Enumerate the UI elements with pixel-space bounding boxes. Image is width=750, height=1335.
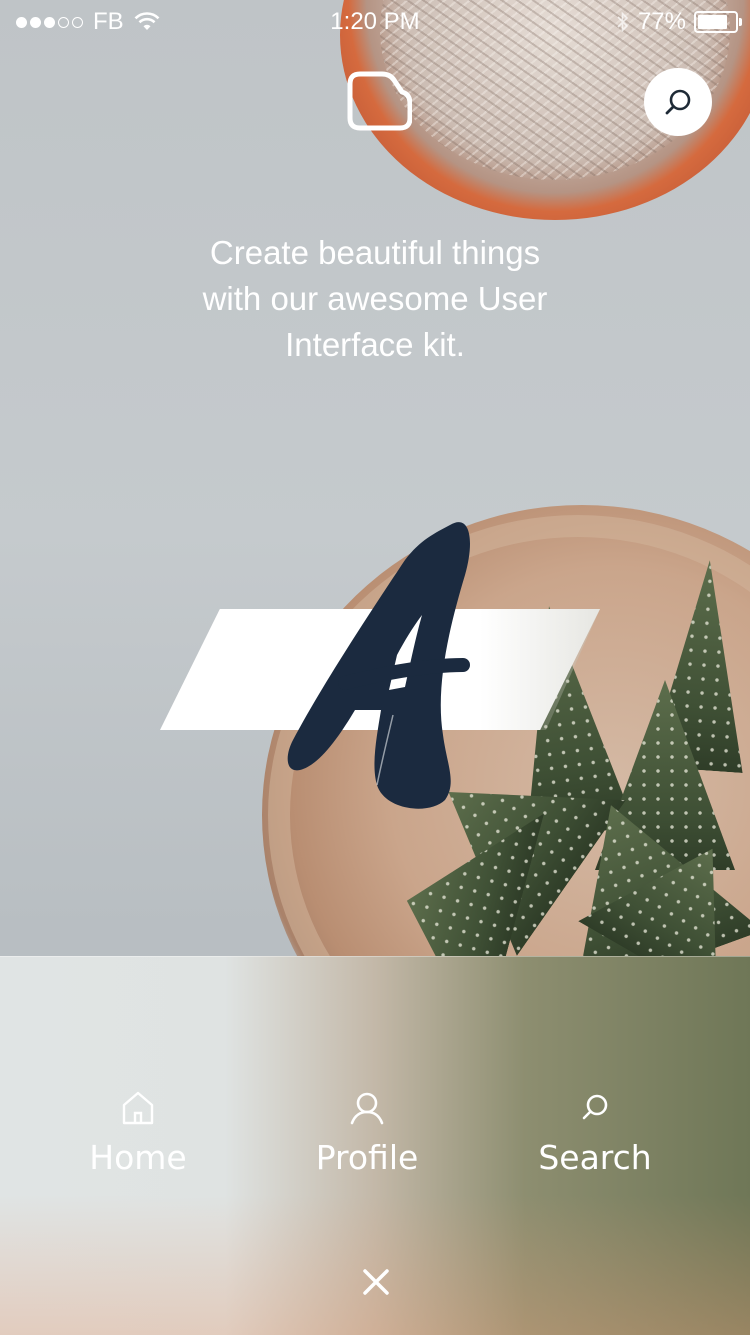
status-bar: FB 1:20 PM 77% [0,0,750,40]
search-icon [665,89,691,115]
tagline-line: with our awesome User [202,280,548,317]
sticky-note-icon [347,71,412,131]
nav-item-profile[interactable]: Profile [277,1080,457,1177]
search-button[interactable] [644,68,712,136]
battery-icon [694,11,742,33]
tagline-line: Interface kit. [285,326,465,363]
nav-item-home[interactable]: Home [48,1080,228,1177]
nav-label-home: Home [89,1138,187,1177]
search-icon [582,1094,608,1120]
tagline: Create beautiful things with our awesome… [175,230,575,368]
close-icon[interactable] [356,1262,396,1302]
status-right: 77% [616,8,742,36]
nav-label-profile: Profile [315,1138,419,1177]
brand-letter-mark [287,522,470,809]
nav-item-search[interactable]: Search [505,1080,685,1177]
bluetooth-icon [617,11,629,33]
battery-percent: 77% [637,8,686,35]
tagline-line: Create beautiful things [209,234,541,271]
nav-label-search: Search [538,1138,652,1177]
user-icon [350,1092,384,1125]
bottom-menu: Home Profile Search [0,1080,750,1200]
home-icon [122,1091,154,1125]
